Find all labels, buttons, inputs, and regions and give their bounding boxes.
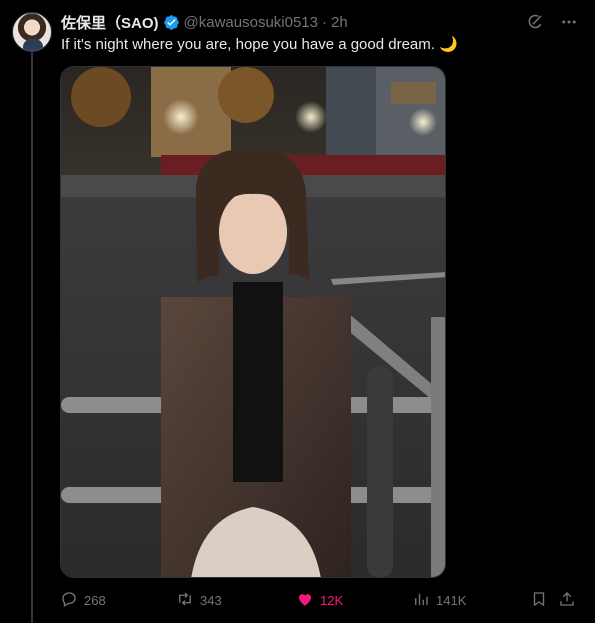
more-icon[interactable] xyxy=(559,12,579,32)
retweet-count: 343 xyxy=(200,592,222,608)
bookmark-button[interactable] xyxy=(530,590,548,610)
bookmark-icon xyxy=(530,590,548,611)
views-icon xyxy=(412,590,430,611)
tweet-header: 佐保里（SAO) @kawausosuki0513 · 2h xyxy=(61,12,348,32)
reply-count: 268 xyxy=(84,592,106,608)
retweet-icon xyxy=(176,590,194,611)
views-count: 141K xyxy=(436,592,467,608)
avatar[interactable] xyxy=(12,12,52,52)
tweet-photo[interactable] xyxy=(60,66,446,578)
like-count: 12K xyxy=(320,592,344,608)
timestamp[interactable]: 2h xyxy=(331,14,348,31)
retweet-button[interactable]: 343 xyxy=(176,590,222,610)
share-button[interactable] xyxy=(558,590,576,610)
tweet[interactable]: 佐保里（SAO) @kawausosuki0513 · 2h If it's n… xyxy=(0,0,595,623)
handle[interactable]: @kawausosuki0513 xyxy=(184,14,318,31)
thread-line xyxy=(31,52,33,623)
display-name[interactable]: 佐保里（SAO) xyxy=(61,12,159,33)
share-icon xyxy=(558,590,576,611)
verified-badge-icon xyxy=(163,14,180,31)
top-actions xyxy=(525,12,579,32)
reply-button[interactable]: 268 xyxy=(60,590,106,610)
views-button[interactable]: 141K xyxy=(412,590,466,610)
heart-icon xyxy=(296,590,314,611)
like-button[interactable]: 12K xyxy=(296,590,343,610)
separator: · xyxy=(322,13,327,31)
tweet-text: If it's night where you are, hope you ha… xyxy=(61,36,458,53)
action-bar: 268 343 12K 141K xyxy=(60,590,580,610)
grok-icon[interactable] xyxy=(525,12,545,32)
reply-icon xyxy=(60,590,78,611)
